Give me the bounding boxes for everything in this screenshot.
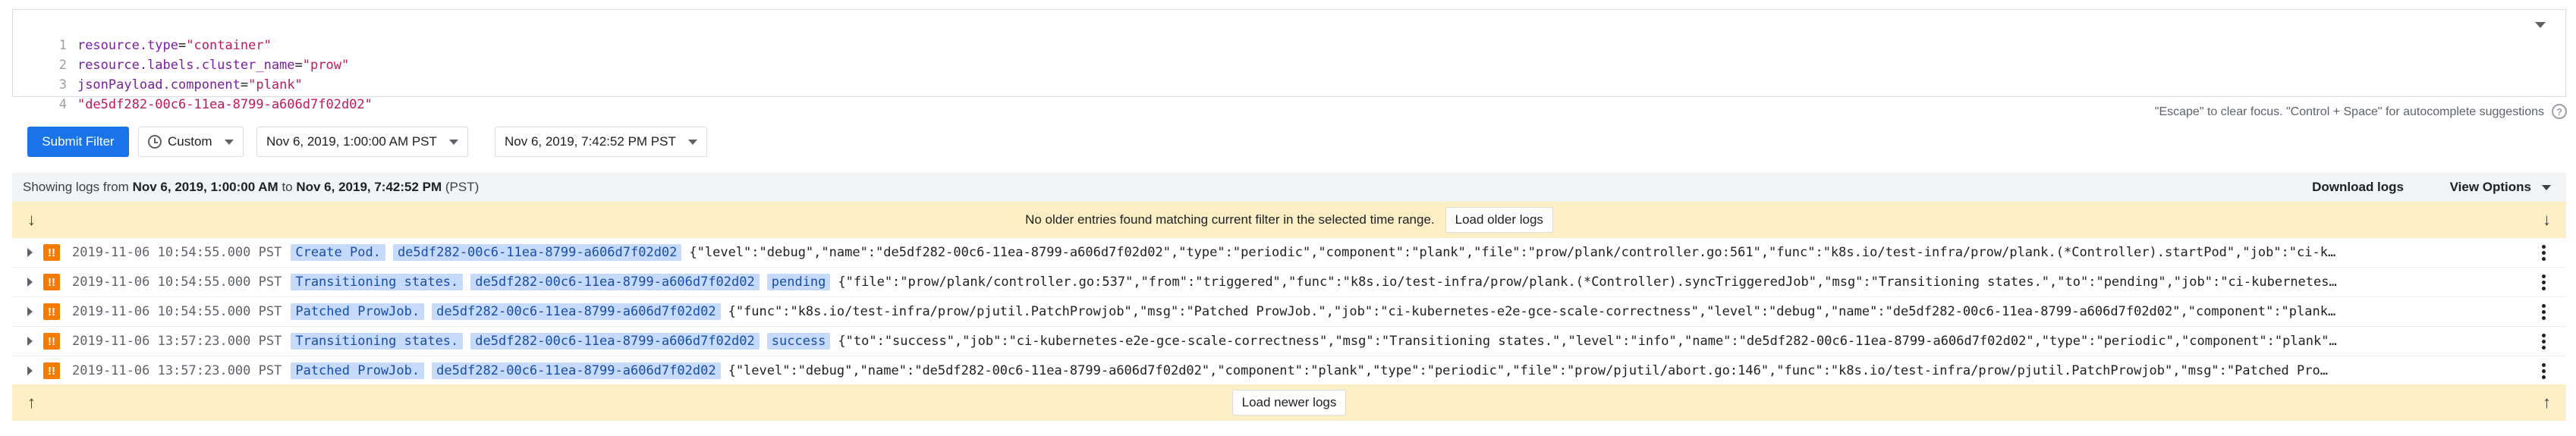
expand-row-icon[interactable] [27,366,33,375]
log-entry-row[interactable]: !! 2019-11-06 10:54:55.000 PST Transitio… [12,268,2566,297]
severity-warning-icon: !! [43,303,60,320]
showing-range-text: Showing logs from Nov 6, 2019, 1:00:00 A… [23,180,479,195]
query-line[interactable]: 3 jsonPayload.component="plank" [13,55,303,93]
summary-chip[interactable]: Transitioning states. [291,274,464,290]
more-vert-icon[interactable] [2536,356,2551,385]
newer-logs-notice: ↑ Load newer logs ↑ [12,384,2566,421]
summary-chip[interactable]: de5df282-00c6-11ea-8799-a606d7f02d02 [432,303,721,320]
expand-row-icon[interactable] [27,248,33,257]
range-to-word: to [278,180,297,194]
load-older-logs-button[interactable]: Load older logs [1445,207,1553,233]
more-vert-icon[interactable] [2536,238,2551,267]
log-payload: {"func":"k8s.io/test-infra/prow/pjutil.P… [728,304,2336,319]
log-entry-row[interactable]: !! 2019-11-06 10:54:55.000 PST Patched P… [12,297,2566,327]
editor-menu-caret-icon[interactable] [2535,22,2546,28]
submit-filter-button[interactable]: Submit Filter [27,127,129,157]
range-timezone: (PST) [442,180,480,194]
log-payload: {"level":"debug","name":"de5df282-00c6-1… [689,245,2336,260]
summary-chip[interactable]: pending [766,274,831,290]
severity-warning-icon: !! [43,274,60,290]
more-vert-icon[interactable] [2536,268,2551,296]
arrow-down-icon[interactable]: ↓ [27,212,36,228]
log-timestamp: 2019-11-06 10:54:55.000 PST [72,274,282,290]
download-logs-link[interactable]: Download logs [2312,173,2404,202]
help-icon[interactable]: ? [2552,104,2567,119]
chevron-down-icon [2542,184,2551,190]
summary-chip[interactable]: de5df282-00c6-11ea-8799-a606d7f02d02 [392,244,682,261]
severity-warning-icon: !! [43,362,60,379]
end-date-label: Nov 6, 2019, 7:42:52 PM PST [505,134,676,149]
end-date-dropdown[interactable]: Nov 6, 2019, 7:42:52 PM PST [495,127,707,157]
no-older-entries-message: No older entries found matching current … [1025,212,1435,227]
arrow-up-icon[interactable]: ↑ [27,394,36,411]
view-options-label: View Options [2449,180,2531,194]
arrow-down-icon[interactable]: ↓ [2543,212,2551,228]
expand-row-icon[interactable] [27,307,33,316]
log-timestamp: 2019-11-06 10:54:55.000 PST [72,245,282,260]
load-newer-logs-button[interactable]: Load newer logs [1231,390,1347,416]
expand-row-icon[interactable] [27,278,33,287]
arrow-up-icon[interactable]: ↑ [2543,394,2551,411]
time-range-dropdown[interactable]: Custom [138,127,244,157]
expand-row-icon[interactable] [27,337,33,346]
clock-icon [148,135,162,149]
chevron-down-icon [687,139,697,145]
summary-chip[interactable]: Patched ProwJob. [291,362,425,379]
log-entry-row[interactable]: !! 2019-11-06 10:54:55.000 PST Create Po… [12,238,2566,268]
query-line[interactable]: 4 "de5df282-00c6-11ea-8799-a606d7f02d02" [13,75,373,112]
log-payload: {"level":"debug","name":"de5df282-00c6-1… [728,363,2328,378]
query-value: "prow" [302,58,350,73]
summary-chip[interactable]: Transitioning states. [291,333,464,350]
chevron-down-icon [224,139,234,145]
severity-warning-icon: !! [43,333,60,350]
more-vert-icon[interactable] [2536,327,2551,356]
line-number: 4 [58,97,67,112]
query-line[interactable]: 2 resource.labels.cluster_name="prow" [13,36,350,73]
severity-warning-icon: !! [43,244,60,261]
results-header: Showing logs from Nov 6, 2019, 1:00:00 A… [12,173,2566,202]
start-date-label: Nov 6, 2019, 1:00:00 AM PST [266,134,437,149]
range-to: Nov 6, 2019, 7:42:52 PM [296,180,442,194]
log-timestamp: 2019-11-06 13:57:23.000 PST [72,334,282,349]
log-timestamp: 2019-11-06 10:54:55.000 PST [72,304,282,319]
log-payload: {"file":"prow/plank/controller.go:537","… [838,274,2337,290]
query-line[interactable]: 1 resource.type="container" [13,16,272,53]
start-date-dropdown[interactable]: Nov 6, 2019, 1:00:00 AM PST [256,127,468,157]
log-entry-row[interactable]: !! 2019-11-06 13:57:23.000 PST Transitio… [12,327,2566,356]
chevron-down-icon [448,139,458,145]
summary-chip[interactable]: de5df282-00c6-11ea-8799-a606d7f02d02 [432,362,721,379]
summary-chip[interactable]: Patched ProwJob. [291,303,425,320]
query-editor[interactable]: 1 resource.type="container" 2 resource.lab… [12,9,2566,112]
query-value: "de5df282-00c6-11ea-8799-a606d7f02d02" [77,97,373,112]
view-options-menu[interactable]: View Options [2450,173,2551,202]
log-entry-row[interactable]: !! 2019-11-06 13:57:23.000 PST Patched P… [12,356,2566,386]
summary-chip[interactable]: de5df282-00c6-11ea-8799-a606d7f02d02 [470,333,760,350]
time-range-label: Custom [168,134,212,149]
log-timestamp: 2019-11-06 13:57:23.000 PST [72,363,282,378]
summary-chip[interactable]: success [766,333,831,350]
older-logs-notice: ↓ No older entries found matching curren… [12,202,2566,238]
range-from: Nov 6, 2019, 1:00:00 AM [132,180,278,194]
summary-chip[interactable]: Create Pod. [291,244,385,261]
keyboard-hint: "Escape" to clear focus. "Control + Spac… [2154,105,2544,118]
summary-chip[interactable]: de5df282-00c6-11ea-8799-a606d7f02d02 [470,274,760,290]
showing-prefix: Showing logs from [23,180,133,194]
log-payload: {"to":"success","job":"ci-kubernetes-e2e… [838,334,2337,349]
more-vert-icon[interactable] [2536,297,2551,326]
